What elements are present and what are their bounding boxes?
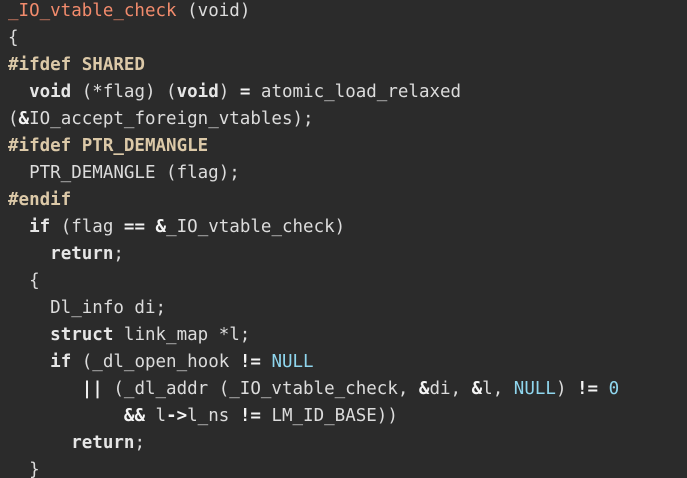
- code-token: #endif: [8, 190, 72, 210]
- code-token: &&: [123, 406, 145, 426]
- code-token: void: [29, 82, 72, 102]
- code-token: PTR_DEMANGLE (flag);: [8, 163, 240, 183]
- code-token: (*flag) (: [71, 82, 177, 102]
- code-line[interactable]: (&IO_accept_foreign_vtables);: [8, 106, 314, 133]
- code-line[interactable]: {: [8, 25, 19, 52]
- code-line[interactable]: #endif: [8, 187, 71, 214]
- code-token: (_dl_addr (_IO_vtable_check,: [102, 379, 419, 399]
- code-token: (_dl_open_hook: [71, 352, 240, 372]
- code-token: !=: [239, 406, 261, 426]
- code-line[interactable]: Dl_info di;: [8, 295, 166, 322]
- code-token: &: [418, 379, 430, 399]
- code-token: (flag: [50, 217, 124, 237]
- code-token: IO_accept_foreign_vtables);: [29, 109, 314, 129]
- code-token: 0: [608, 379, 620, 399]
- code-token: ): [239, 1, 251, 21]
- code-token: ;: [134, 433, 145, 453]
- code-line[interactable]: && l->l_ns != LM_ID_BASE)): [8, 403, 398, 430]
- code-token: ): [555, 379, 578, 399]
- code-token: link_map *l;: [113, 325, 251, 345]
- code-line[interactable]: if (_dl_open_hook != NULL: [8, 349, 314, 376]
- code-token: l_ns: [187, 406, 240, 426]
- code-line[interactable]: }: [8, 457, 40, 478]
- code-token: {: [8, 271, 40, 291]
- code-token: =: [239, 82, 251, 102]
- code-token: if: [29, 217, 51, 237]
- code-token: (: [176, 1, 198, 21]
- code-line[interactable]: || (_dl_addr (_IO_vtable_check, &di, &l,…: [8, 376, 619, 403]
- code-token: &: [471, 379, 483, 399]
- code-token: NULL: [513, 379, 556, 399]
- code-line[interactable]: PTR_DEMANGLE (flag);: [8, 160, 240, 187]
- code-token: ;: [113, 244, 124, 264]
- code-token: l,: [482, 379, 514, 399]
- code-line[interactable]: #ifdef PTR_DEMANGLE: [8, 133, 208, 160]
- code-token: void: [176, 82, 219, 102]
- code-token: NULL: [271, 352, 314, 372]
- code-token: if: [50, 352, 72, 372]
- code-token: _IO_vtable_check): [166, 217, 346, 237]
- code-line[interactable]: _IO_vtable_check (void): [8, 0, 250, 25]
- code-token: ->: [166, 406, 188, 426]
- code-token: l: [144, 406, 167, 426]
- code-line[interactable]: #ifdef SHARED: [8, 52, 145, 79]
- code-token: #ifdef SHARED: [8, 55, 145, 75]
- code-line[interactable]: struct link_map *l;: [8, 322, 250, 349]
- code-token: ): [218, 82, 240, 102]
- code-token: LM_ID_BASE)): [260, 406, 398, 426]
- code-token: !=: [577, 379, 599, 399]
- code-token: ==: [123, 217, 145, 237]
- code-token: !=: [239, 352, 261, 372]
- code-line[interactable]: void (*flag) (void) = atomic_load_relaxe…: [8, 79, 461, 106]
- code-editor[interactable]: _IO_vtable_check (void){#ifdef SHARED vo…: [0, 0, 687, 478]
- code-token: di,: [429, 379, 472, 399]
- code-token: struct: [50, 325, 114, 345]
- code-token: ||: [81, 379, 103, 399]
- code-token: atomic_load_relaxed: [250, 82, 462, 102]
- code-token: }: [8, 460, 40, 478]
- code-token: #ifdef PTR_DEMANGLE: [8, 136, 209, 156]
- code-line[interactable]: {: [8, 268, 40, 295]
- code-token: void: [197, 1, 240, 21]
- code-line[interactable]: return;: [8, 430, 145, 457]
- code-token: {: [8, 28, 19, 48]
- code-token: return: [71, 433, 135, 453]
- code-token: return: [50, 244, 114, 264]
- code-line[interactable]: return;: [8, 241, 124, 268]
- code-token: (: [8, 109, 19, 129]
- code-token: Dl_info di;: [8, 298, 167, 318]
- code-token: &: [155, 217, 167, 237]
- code-line[interactable]: if (flag == &_IO_vtable_check): [8, 214, 345, 241]
- code-token: _IO_vtable_check: [8, 1, 177, 21]
- code-token: &: [18, 109, 30, 129]
